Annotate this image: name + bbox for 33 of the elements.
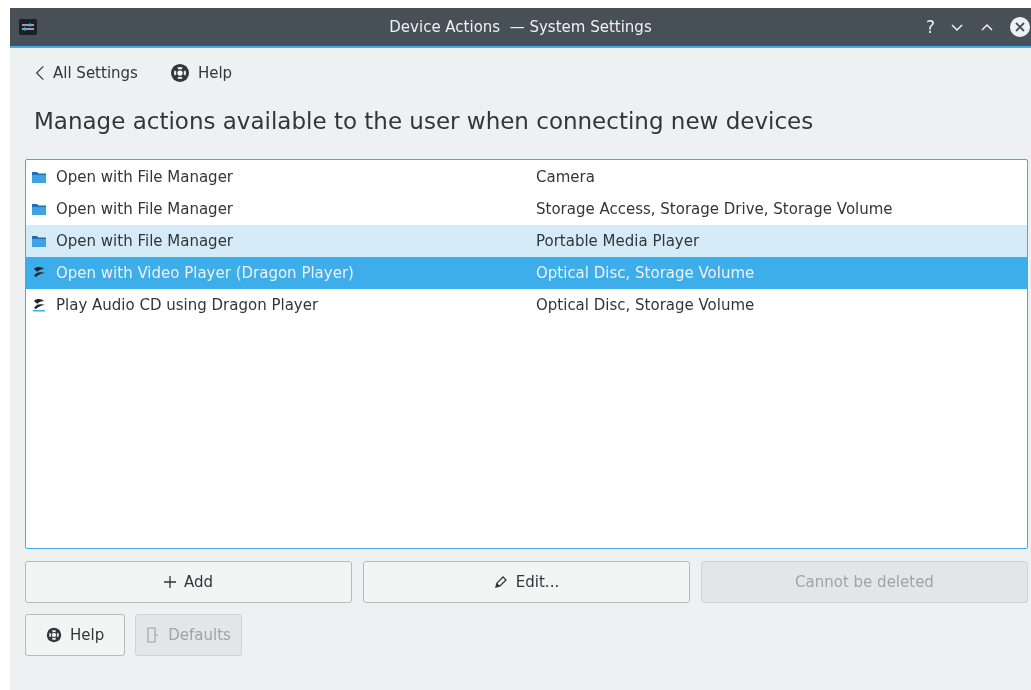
action-row[interactable]: Open with File Manager Storage Access, Storage Drive, Storage Volume <box>26 193 1027 225</box>
folder-icon <box>31 169 47 185</box>
folder-icon <box>31 201 47 217</box>
action-name: Play Audio CD using Dragon Player <box>56 296 319 314</box>
action-name: Open with File Manager <box>56 232 234 250</box>
device-types: Storage Access, Storage Drive, Storage Volume <box>536 200 894 218</box>
action-row[interactable]: Play Audio CD using Dragon Player Optical Disc, Storage Volume <box>26 289 1027 321</box>
device-types: Camera <box>536 168 596 186</box>
pencil-icon <box>493 575 508 589</box>
settings-app-icon <box>18 17 38 37</box>
help-button[interactable]: Help <box>25 614 126 656</box>
back-button[interactable]: All Settings <box>25 63 138 83</box>
action-name: Open with File Manager <box>56 168 234 186</box>
help-icon <box>46 627 62 643</box>
action-name: Open with File Manager <box>56 200 234 218</box>
help-button[interactable]: Help <box>159 63 233 83</box>
device-types: Portable Media Player <box>536 232 701 250</box>
close-icon[interactable] <box>1009 16 1031 38</box>
folder-icon <box>31 233 47 249</box>
help-icon <box>169 63 190 83</box>
add-button[interactable]: Add <box>25 561 352 603</box>
help-button[interactable]: ? <box>925 17 935 37</box>
edit-button[interactable]: Edit... <box>363 561 690 603</box>
document-icon <box>146 627 161 643</box>
plus-icon <box>163 576 176 588</box>
device-types: Optical Disc, Storage Volume <box>536 296 756 314</box>
page-heading: Manage actions available to the user when connecting new devices <box>34 108 815 136</box>
action-name: Open with Video Player (Dragon Player) <box>56 264 354 282</box>
dragon-icon <box>31 297 47 313</box>
action-row[interactable]: Open with File Manager Portable Media Player <box>26 225 1027 257</box>
action-row[interactable]: Open with File Manager Camera <box>26 161 1027 193</box>
window-title: Device Actions — System Settings <box>389 18 652 36</box>
device-types: Optical Disc, Storage Volume <box>536 264 756 282</box>
